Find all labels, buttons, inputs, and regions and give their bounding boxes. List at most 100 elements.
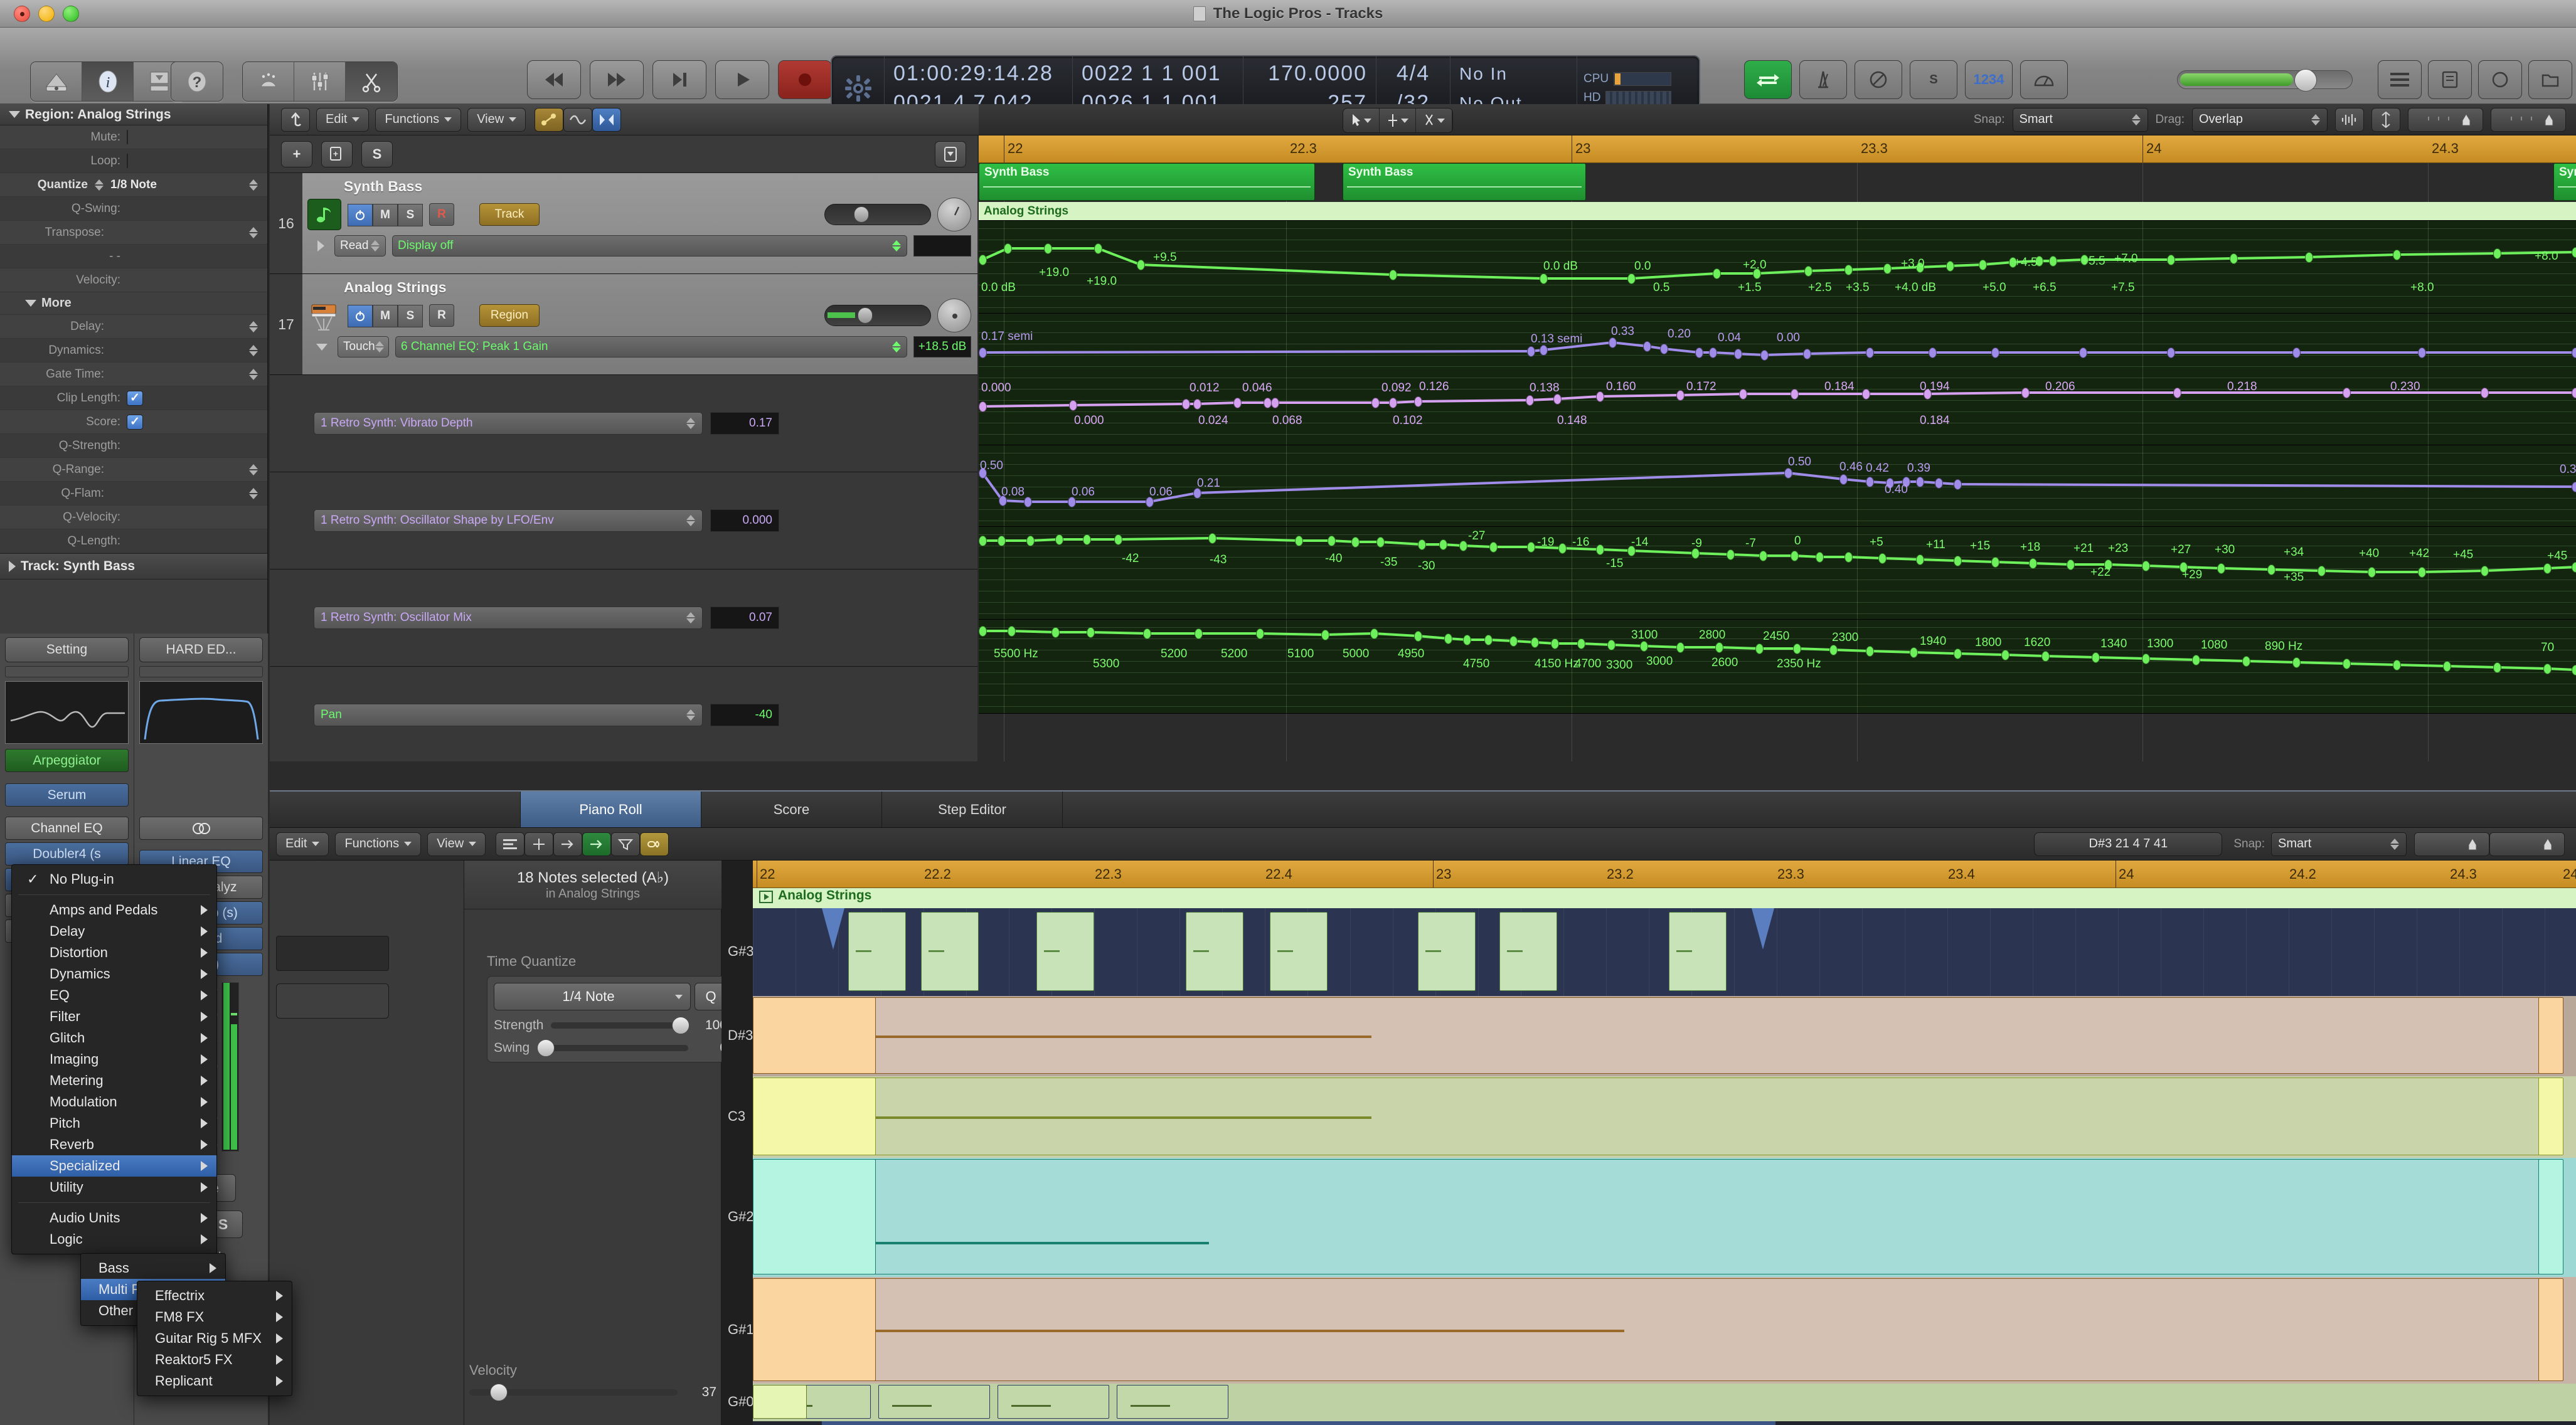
track-volume-slider[interactable] xyxy=(824,204,931,225)
inspector-row[interactable]: Quantize1/8 Note xyxy=(0,173,267,197)
automation-node[interactable] xyxy=(1271,398,1279,408)
marquee-tool-icon[interactable] xyxy=(1380,109,1416,132)
editor-zoom-vertical-slider[interactable] xyxy=(2414,832,2489,856)
stepper[interactable] xyxy=(248,488,258,499)
piano-roll-note-head[interactable] xyxy=(753,1159,876,1274)
automation-lane-peak4-frequency[interactable]: 5500 Hz53005200520051005000495047504150 … xyxy=(979,620,2576,714)
automation-node[interactable] xyxy=(1739,389,1747,400)
automation-node[interactable] xyxy=(1509,636,1518,647)
submenu-item-replicant[interactable]: Replicant xyxy=(137,1370,292,1392)
submenu-item-reaktor5-fx[interactable]: Reaktor5 FX xyxy=(137,1349,292,1370)
automation-node[interactable] xyxy=(1114,534,1122,545)
automation-node[interactable] xyxy=(1044,243,1052,254)
piano-roll-note[interactable] xyxy=(753,1159,2561,1274)
menu-item-distortion[interactable]: Distortion xyxy=(12,942,216,963)
automation-node[interactable] xyxy=(1844,265,1853,275)
automation-node[interactable] xyxy=(979,536,987,546)
region-synth-bass[interactable]: Synth Bass xyxy=(1343,163,1586,201)
automation-node[interactable] xyxy=(1371,398,1380,408)
automation-mode-select[interactable]: Touch xyxy=(338,336,389,358)
track-name[interactable]: Synth Bass xyxy=(344,178,971,195)
automation-node[interactable] xyxy=(2572,247,2576,258)
automation-node[interactable] xyxy=(1829,645,1838,655)
piano-roll-grid[interactable]: 2222.222.322.42323.223.323.42424.224.324… xyxy=(753,861,2576,1425)
piano-roll-note[interactable] xyxy=(1117,1385,1228,1419)
piano-roll-row[interactable] xyxy=(753,1158,2576,1277)
region-inspector-header[interactable]: Region: Analog Strings xyxy=(0,104,267,125)
automation-node[interactable] xyxy=(1804,266,1812,277)
automation-node[interactable] xyxy=(1540,273,1548,284)
automation-node[interactable] xyxy=(1759,551,1767,561)
checkbox[interactable]: ✓ xyxy=(127,415,143,430)
automation-node[interactable] xyxy=(1182,399,1190,410)
arrange-ruler[interactable]: 2222.32323.32424.3 xyxy=(979,135,2576,163)
solo-tracks-button[interactable]: S xyxy=(361,141,393,167)
notes-icon[interactable] xyxy=(2428,60,2472,99)
inspector-row[interactable]: Q-Length: xyxy=(0,529,267,553)
piano-roll-note-head[interactable] xyxy=(753,1278,876,1381)
menu-item-filter[interactable]: Filter xyxy=(12,1006,216,1027)
track-volume-slider[interactable] xyxy=(824,305,931,326)
automation-node[interactable] xyxy=(2217,563,2225,574)
automation-node[interactable] xyxy=(2481,388,2489,398)
automation-node[interactable] xyxy=(979,255,987,265)
menu-item-metering[interactable]: Metering xyxy=(12,1070,216,1091)
automation-node[interactable] xyxy=(1946,261,1954,272)
piano-roll-note[interactable] xyxy=(753,1078,2561,1155)
automation-node[interactable] xyxy=(1791,389,1799,400)
setting-button[interactable]: Setting xyxy=(5,637,129,662)
automation-node[interactable] xyxy=(1094,243,1102,254)
automation-lane-pan[interactable]: -42-43-40-35-30-27-19-16-15-14-9-70+5+11… xyxy=(979,527,2576,620)
automation-lane-parameter[interactable]: 1 Retro Synth: Oscillator Shape by LFO/E… xyxy=(314,509,703,532)
automation-node[interactable] xyxy=(1791,551,1799,561)
automation-node[interactable] xyxy=(1376,537,1385,548)
stop-button[interactable] xyxy=(652,60,706,99)
automation-node[interactable] xyxy=(1916,554,1924,565)
automation-node[interactable] xyxy=(1755,644,1764,654)
automation-node[interactable] xyxy=(1414,631,1422,642)
track-pan-knob[interactable] xyxy=(937,198,971,231)
automation-scope-button[interactable]: Track xyxy=(479,203,540,226)
automation-node[interactable] xyxy=(1551,638,1559,649)
automation-node[interactable] xyxy=(1489,542,1498,553)
automation-node[interactable] xyxy=(1069,400,1077,411)
inspector-row[interactable]: Q-Velocity: xyxy=(0,506,267,529)
insert-slot-2[interactable]: Doubler4 (s xyxy=(5,842,129,866)
automation-node[interactable] xyxy=(1233,398,1242,408)
automation-node[interactable] xyxy=(1784,468,1792,479)
menu-item-glitch[interactable]: Glitch xyxy=(12,1027,216,1049)
automation-node[interactable] xyxy=(2443,661,2451,672)
menu-item-modulation[interactable]: Modulation xyxy=(12,1091,216,1113)
automation-node[interactable] xyxy=(1558,543,1567,554)
piano-roll-note[interactable] xyxy=(1418,912,1476,991)
automation-node[interactable] xyxy=(1328,536,1336,546)
region-synth-bass[interactable]: Synth xyxy=(2553,163,2576,201)
menu-item-eq[interactable]: EQ xyxy=(12,985,216,1006)
automation-node[interactable] xyxy=(1727,549,1735,560)
automation-node[interactable] xyxy=(1916,477,1924,487)
navigate-up-icon[interactable] xyxy=(281,108,310,132)
library-icon[interactable] xyxy=(31,62,82,101)
track-solo-button[interactable]: S xyxy=(398,204,423,226)
automation-node[interactable] xyxy=(1351,537,1360,548)
automation-node[interactable] xyxy=(1484,635,1493,645)
automation-parameter-select[interactable]: 6 Channel EQ: Peak 1 Gain xyxy=(395,336,907,358)
automation-lane-header[interactable]: 1 Retro Synth: Oscillator Shape by LFO/E… xyxy=(270,472,977,569)
automation-node[interactable] xyxy=(1866,646,1874,657)
scissors-tool-icon[interactable] xyxy=(1416,109,1452,132)
track-solo-button[interactable]: S xyxy=(398,305,423,327)
count-in-button[interactable]: 1234 xyxy=(1965,60,2013,99)
piano-roll-note[interactable] xyxy=(921,912,979,991)
mixer-icon[interactable] xyxy=(294,62,346,101)
automation-node[interactable] xyxy=(998,536,1006,546)
automation-node[interactable] xyxy=(1910,647,1918,658)
automation-node[interactable] xyxy=(2292,657,2301,668)
automation-node[interactable] xyxy=(1531,637,1539,648)
editor-menu-functions[interactable]: Functions xyxy=(335,832,421,856)
drag-select[interactable]: Overlap xyxy=(2192,108,2328,132)
inspector-row[interactable]: Transpose: xyxy=(0,221,267,245)
piano-roll-note-tail[interactable] xyxy=(2538,1159,2563,1274)
forward-button[interactable] xyxy=(590,60,644,99)
inspector-row[interactable]: Q-Flam: xyxy=(0,482,267,506)
inspector-row[interactable]: Q-Swing: xyxy=(0,197,267,221)
